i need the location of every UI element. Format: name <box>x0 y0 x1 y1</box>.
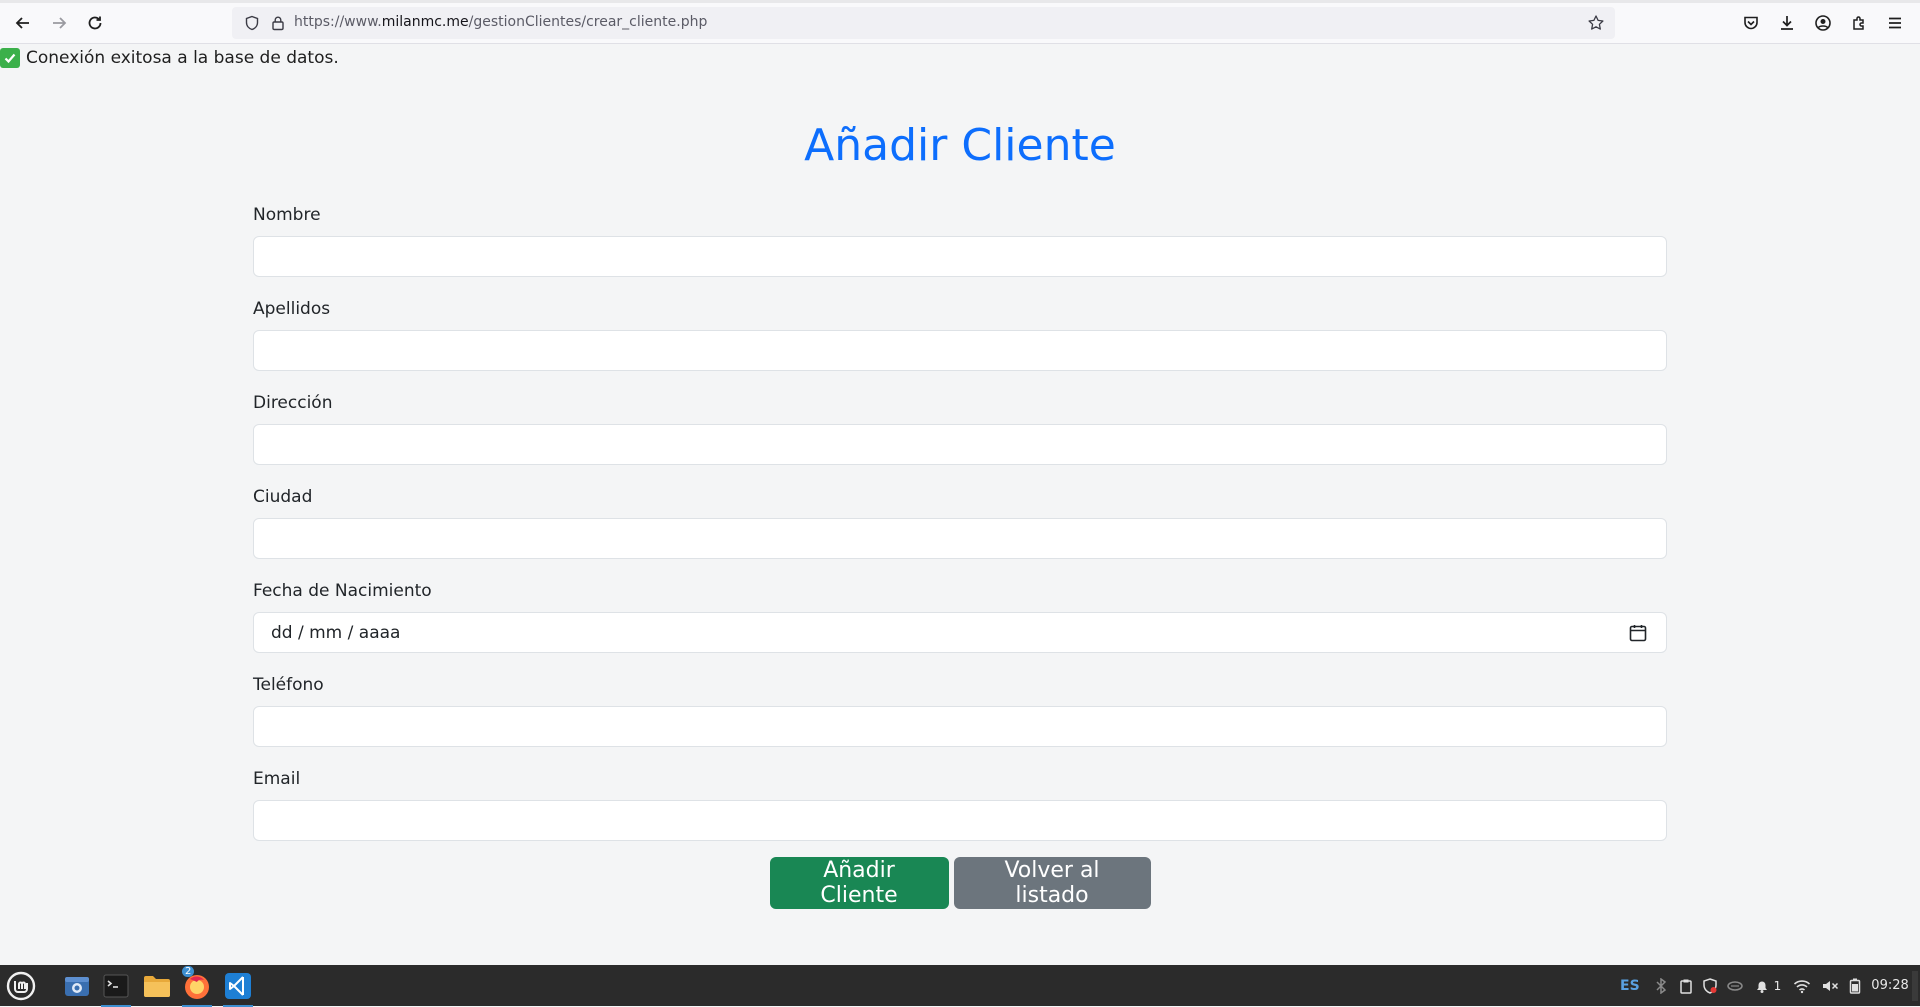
direccion-label: Dirección <box>253 393 333 413</box>
fecha-nacimiento-label: Fecha de Nacimiento <box>253 581 432 601</box>
vscode-icon <box>225 973 251 999</box>
field-fecha-nacimiento: Fecha de Nacimiento dd / mm / aaaa <box>253 576 1667 670</box>
field-apellidos: Apellidos <box>253 294 1667 388</box>
bluetooth-icon[interactable] <box>1654 977 1668 994</box>
taskbar: 2 ES 1 09:28 <box>0 965 1920 1007</box>
hamburger-menu-icon <box>1889 17 1901 29</box>
field-ciudad: Ciudad <box>253 482 1667 576</box>
wifi-icon[interactable] <box>1793 978 1811 994</box>
date-placeholder: dd / mm / aaaa <box>271 623 401 643</box>
puzzle-icon <box>1853 16 1864 30</box>
menu-button[interactable] <box>1883 11 1907 35</box>
telefono-label: Teléfono <box>253 675 324 695</box>
tab-strip-edge <box>0 0 1920 3</box>
arrow-left-icon <box>15 17 29 29</box>
fecha-nacimiento-input[interactable]: dd / mm / aaaa <box>253 612 1667 653</box>
camera-app-icon <box>65 977 89 996</box>
update-shield-icon[interactable] <box>1702 977 1718 994</box>
field-telefono: Teléfono <box>253 670 1667 764</box>
check-mark-icon <box>0 48 20 68</box>
status-message: Conexión exitosa a la base de datos. <box>26 48 339 68</box>
lock-icon[interactable] <box>270 15 286 31</box>
system-tray: ES 1 09:28 <box>1620 965 1909 1006</box>
keyboard-layout-indicator[interactable]: ES <box>1620 978 1640 994</box>
bookmark-star-icon[interactable] <box>1587 14 1605 32</box>
field-nombre: Nombre <box>253 200 1667 294</box>
account-icon <box>1815 15 1831 31</box>
connection-status: Conexión exitosa a la base de datos. <box>0 48 339 68</box>
taskbar-files[interactable] <box>140 969 174 1003</box>
url-path: /gestionClientes/crear_cliente.php <box>468 14 708 30</box>
taskbar-firefox[interactable]: 2 <box>180 966 214 1007</box>
arrow-right-icon <box>53 17 67 29</box>
taskbar-terminal[interactable] <box>99 969 133 1007</box>
apellidos-label: Apellidos <box>253 299 331 319</box>
client-form: Nombre Apellidos Dirección Ciudad Fecha … <box>253 200 1667 858</box>
email-input[interactable] <box>253 800 1667 841</box>
url-bar[interactable]: https://www.milanmc.me/gestionClientes/c… <box>232 7 1615 39</box>
volume-muted-icon[interactable] <box>1821 978 1839 994</box>
url-prefix: https://www. <box>294 14 382 30</box>
linux-mint-logo-icon <box>6 971 36 1001</box>
nombre-input[interactable] <box>253 236 1667 277</box>
calendar-icon[interactable] <box>1628 623 1648 643</box>
battery-icon[interactable] <box>1849 978 1861 994</box>
browser-toolbar: https://www.milanmc.me/gestionClientes/c… <box>0 0 1920 44</box>
terminal-icon <box>103 974 129 998</box>
email-label: Email <box>253 769 301 789</box>
show-desktop-button[interactable] <box>1912 971 1918 1001</box>
extensions-button[interactable] <box>1847 11 1871 35</box>
direccion-input[interactable] <box>253 424 1667 465</box>
back-button[interactable] <box>11 11 35 35</box>
notifications-icon[interactable] <box>1754 978 1770 994</box>
url-text[interactable]: https://www.milanmc.me/gestionClientes/c… <box>294 14 707 30</box>
pocket-icon <box>1744 16 1758 30</box>
ciudad-input[interactable] <box>253 518 1667 559</box>
taskbar-vscode[interactable] <box>221 969 255 1007</box>
pocket-button[interactable] <box>1739 11 1763 35</box>
field-email: Email <box>253 764 1667 858</box>
add-client-button[interactable]: Añadir Cliente <box>769 857 949 909</box>
downloads-button[interactable] <box>1775 11 1799 35</box>
ciudad-label: Ciudad <box>253 487 313 507</box>
tracking-shield-icon[interactable] <box>244 15 260 31</box>
telefono-input[interactable] <box>253 706 1667 747</box>
taskbar-screenshot-app[interactable] <box>60 969 94 1003</box>
apellidos-input[interactable] <box>253 330 1667 371</box>
clipboard-icon[interactable] <box>1678 978 1694 994</box>
download-icon <box>1781 16 1793 30</box>
url-host: milanmc.me <box>381 14 469 30</box>
start-menu-button[interactable] <box>4 969 38 1003</box>
clock[interactable]: 09:28 <box>1871 978 1908 993</box>
page-title: Añadir Cliente <box>804 120 1116 171</box>
forward-button[interactable] <box>47 11 71 35</box>
network-drive-icon[interactable] <box>1726 978 1744 994</box>
field-direccion: Dirección <box>253 388 1667 482</box>
reload-button[interactable] <box>83 11 107 35</box>
notification-count: 1 <box>1773 978 1782 993</box>
back-to-list-button[interactable]: Volver al listado <box>953 857 1151 909</box>
form-actions: Añadir Cliente Volver al listado <box>0 857 1920 909</box>
folder-icon <box>144 976 170 997</box>
nombre-label: Nombre <box>253 205 321 225</box>
reload-icon <box>88 16 102 30</box>
account-button[interactable] <box>1811 11 1835 35</box>
